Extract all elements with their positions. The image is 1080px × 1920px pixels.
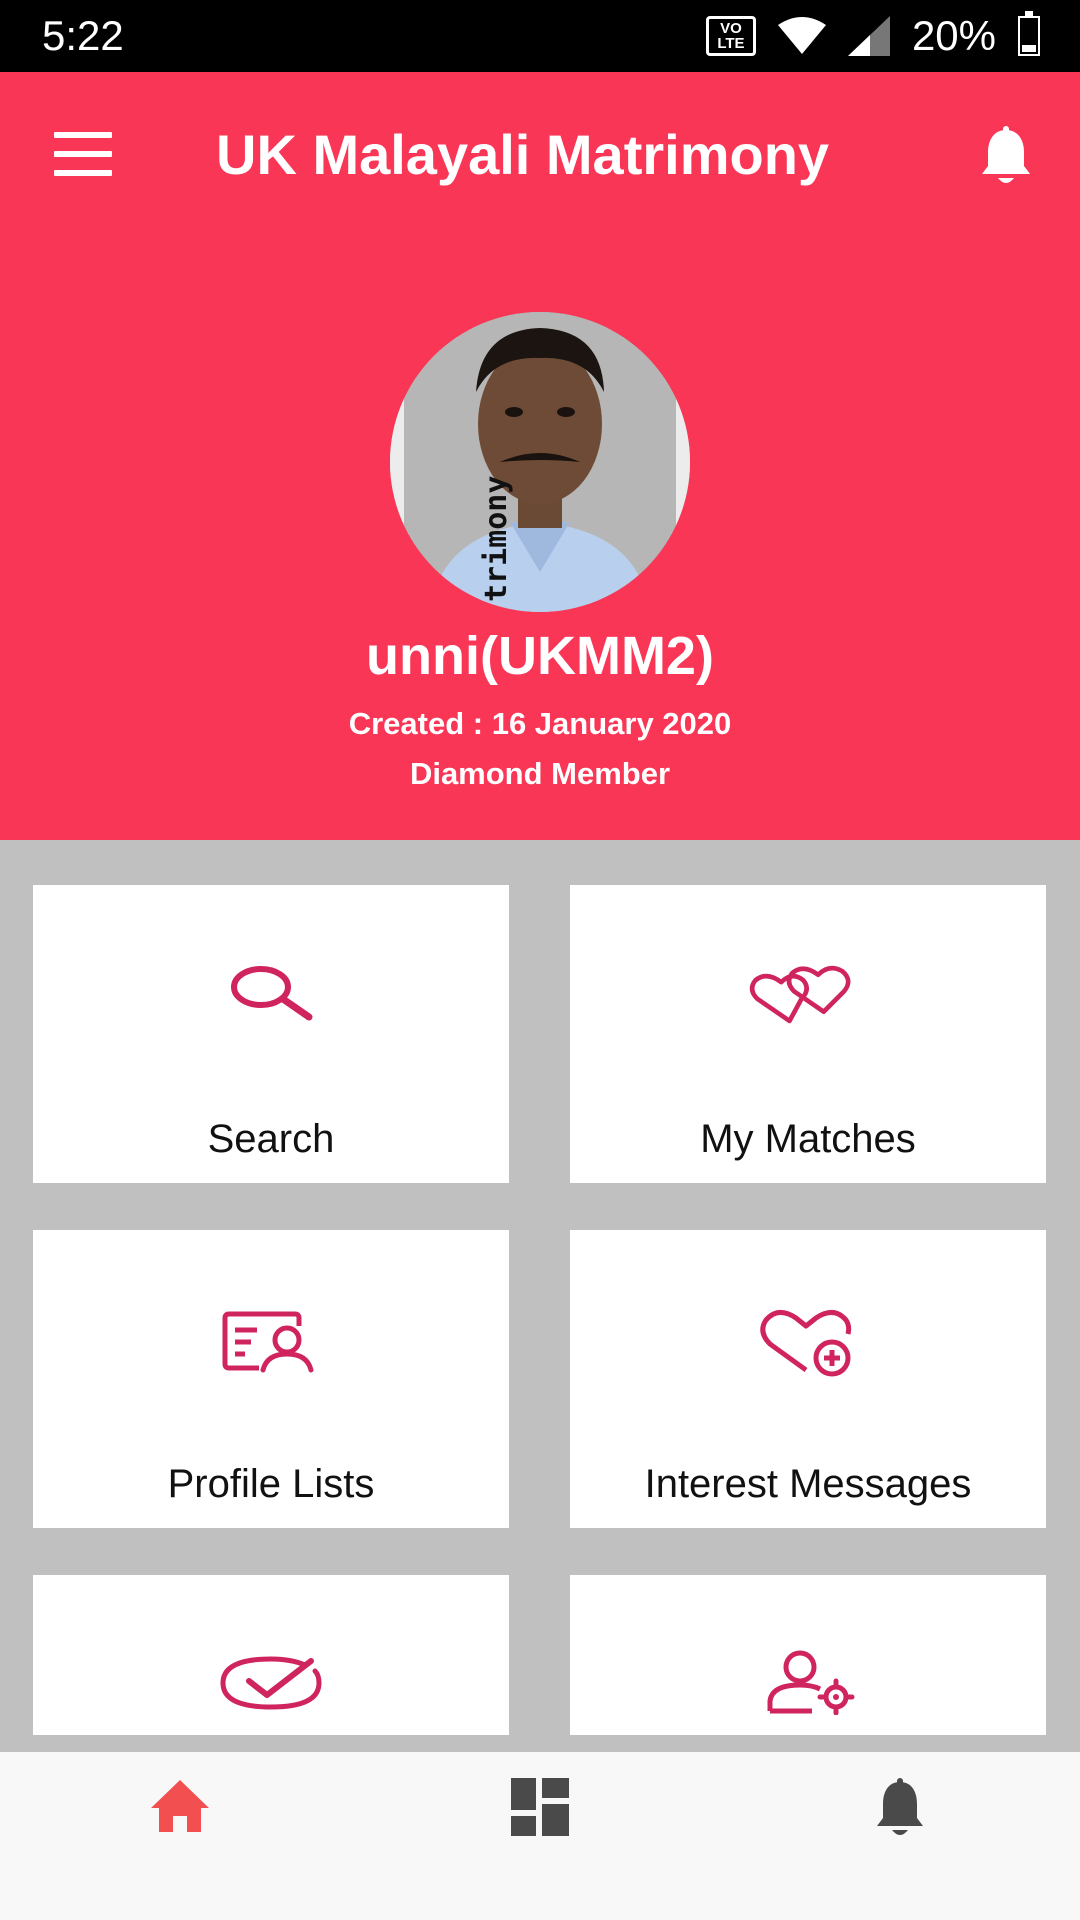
notification-bell-icon[interactable] — [978, 126, 1034, 188]
battery-percent: 20% — [911, 12, 996, 59]
nav-notifications[interactable] — [720, 1752, 1080, 1862]
tile-label: My Matches — [700, 1117, 916, 1161]
dashboard-icon — [511, 1778, 569, 1836]
check-circle-icon — [220, 1656, 322, 1710]
tile-user-settings[interactable] — [570, 1575, 1046, 1735]
heart-plus-icon — [760, 1310, 852, 1377]
profile-card-icon — [222, 1311, 314, 1373]
tile-interest-messages[interactable]: Interest Messages — [570, 1230, 1046, 1528]
nav-dashboard[interactable] — [360, 1752, 720, 1862]
battery-icon — [1018, 11, 1040, 56]
volte-badge: VO LTE — [705, 16, 756, 56]
wifi-icon — [777, 17, 826, 54]
tile-search[interactable]: Search — [33, 885, 509, 1183]
profile-created-date: Created : 16 January 2020 — [348, 706, 732, 741]
profile-header: trimony unni(UKMM2) Created : 16 January… — [0, 240, 1080, 840]
profile-avatar[interactable]: trimony — [390, 312, 690, 612]
home-icon — [151, 1780, 209, 1832]
linked-hearts-icon — [749, 965, 851, 1024]
cell-signal-icon — [847, 16, 890, 56]
tile-label: Search — [207, 1117, 335, 1161]
bottom-navigation — [0, 1752, 1080, 1920]
status-time: 5:22 — [42, 12, 124, 59]
nav-home[interactable] — [0, 1752, 360, 1862]
photo-watermark: trimony — [479, 476, 514, 602]
status-icons: VO LTE 20% — [705, 11, 1040, 60]
tile-label: Interest Messages — [644, 1462, 972, 1506]
tile-label: Profile Lists — [167, 1462, 375, 1506]
app-bar: UK Malayali Matrimony — [0, 72, 1080, 240]
user-settings-icon — [767, 1650, 855, 1715]
tile-my-matches[interactable]: My Matches — [570, 885, 1046, 1183]
status-bar: 5:22 VO LTE 20% — [0, 0, 1080, 72]
bell-icon — [877, 1778, 923, 1835]
tile-profile-lists[interactable]: Profile Lists — [33, 1230, 509, 1528]
membership-badge: Diamond Member — [409, 756, 671, 791]
tile-check[interactable] — [33, 1575, 509, 1735]
search-icon — [231, 966, 313, 1021]
hamburger-menu-icon[interactable] — [54, 132, 112, 176]
profile-name: unni(UKMM2) — [366, 626, 714, 686]
app-title: UK Malayali Matrimony — [216, 123, 830, 186]
